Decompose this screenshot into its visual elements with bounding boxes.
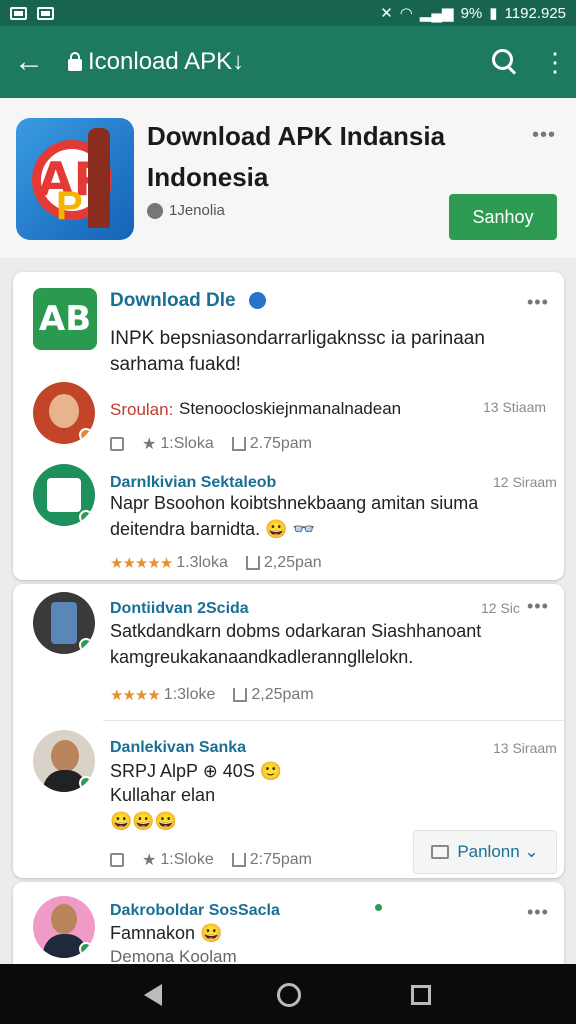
install-button[interactable]: Sanhoy <box>449 194 557 240</box>
back-button[interactable]: ← <box>14 45 58 79</box>
comment-time: 13 Siraam <box>493 740 557 756</box>
rating-stars: ★★★★★ <box>110 555 173 572</box>
url-title[interactable]: Iconload APK↓ <box>88 48 488 76</box>
app-title: Download APK Indansia Indonesia <box>147 121 446 192</box>
share-icon[interactable] <box>231 437 246 451</box>
app-header: AP P Download APK Indansia Indonesia 1Je… <box>0 98 576 258</box>
star-icon[interactable]: ★ <box>142 434 156 454</box>
like-icon[interactable] <box>110 853 124 867</box>
comment-date: 2,25pan <box>263 554 322 571</box>
avatar <box>33 592 95 654</box>
gallery-icon <box>37 6 54 20</box>
comment-date: 2.75pam <box>249 435 312 452</box>
share-icon[interactable] <box>231 853 246 867</box>
reply-button[interactable]: Panlonn ⌄ <box>413 830 557 874</box>
share-icon[interactable] <box>233 688 248 702</box>
post-author[interactable]: Download Dle <box>110 290 236 312</box>
online-dot <box>375 904 382 911</box>
comment-date: 2:75pam <box>249 851 312 868</box>
avatar <box>33 382 95 444</box>
comment-text: Napr Bsoohon koibtshnekbaang amitan sium… <box>110 493 479 539</box>
rating-stars: ★★★★ <box>110 687 161 704</box>
like-icon[interactable] <box>110 437 124 451</box>
comment-author[interactable]: Sroulan: <box>110 400 173 420</box>
emoji-reactions: 😀😀😀 <box>110 811 178 831</box>
post-card: AB Download Dle ••• INPK bepsniasondarra… <box>13 272 564 580</box>
post-logo: AB <box>33 288 97 350</box>
avatar <box>33 464 95 526</box>
search-button[interactable] <box>488 45 522 79</box>
verified-icon <box>147 202 163 219</box>
comment-likes: 1:3loke <box>163 686 216 703</box>
verified-badge-icon <box>249 292 266 309</box>
nav-back-button[interactable] <box>144 984 162 1006</box>
battery-icon: ▮ <box>489 5 498 22</box>
developer-line: 1Jenolia <box>147 202 225 219</box>
avatar <box>33 730 95 792</box>
comment-text: Famnakon 😀 <box>110 923 223 943</box>
message-icon <box>431 845 450 859</box>
nav-recents-button[interactable] <box>411 985 431 1005</box>
divider <box>103 720 564 721</box>
avatar <box>33 896 95 958</box>
nav-home-button[interactable] <box>277 983 301 1007</box>
comment-date: 2,25pam <box>251 686 314 703</box>
comment-author[interactable]: Dakroboldar SosSacla <box>110 902 280 920</box>
comment-text-2: Kullahar elan <box>110 785 216 805</box>
navigation-bar <box>0 964 576 1024</box>
lock-icon <box>68 52 82 71</box>
comment-likes: 1:Sloke <box>160 851 214 868</box>
star-icon[interactable]: ★ <box>142 850 156 870</box>
image-icon <box>10 6 27 20</box>
header-more-icon[interactable]: ••• <box>532 124 556 147</box>
post-text: INPK bepsniasondarrarligaknssc ia parina… <box>110 328 485 375</box>
overflow-menu-button[interactable]: ⋮ <box>542 49 568 75</box>
comment-author[interactable]: Dontiidvan 2Scida <box>110 600 249 618</box>
battery-level: 9% <box>460 4 483 22</box>
comment-text: Satkdandkarn dobms odarkaran Siashhanoan… <box>110 621 482 667</box>
app-bar: ← Iconload APK↓ ⋮ <box>0 26 576 98</box>
comment-likes: 1:Sloka <box>160 435 214 452</box>
developer-name[interactable]: 1Jenolia <box>169 202 225 219</box>
comments-card-2: Dakroboldar SosSacla ••• Famnakon 😀 Demo… <box>13 882 564 972</box>
comment-more-icon[interactable]: ••• <box>527 596 549 617</box>
comment-text: SRPJ AlpP ⊕ 40S 🙂 <box>110 761 283 781</box>
comment-time: 12 Sic <box>481 600 520 616</box>
comment-time: 13 Stiaam <box>483 399 547 415</box>
app-icon: AP P <box>16 118 134 240</box>
signal-icon: ▂▄▆ <box>419 5 454 22</box>
comment-more-icon[interactable]: ••• <box>527 902 549 923</box>
reply-label: Panlonn ⌄ <box>457 842 539 861</box>
comment-likes: 1.3loka <box>176 554 228 571</box>
mute-icon: ✕ <box>380 5 393 22</box>
status-bar: ✕ ◠ ▂▄▆ 9% ▮ 1192.925 <box>0 0 576 26</box>
wifi-icon: ◠ <box>399 5 413 22</box>
post-more-icon[interactable]: ••• <box>527 292 549 313</box>
clock: 1192.925 <box>504 4 566 22</box>
comment-text: Stenoocloskiejnmanalnadean <box>179 399 402 418</box>
share-icon[interactable] <box>245 556 260 570</box>
comment-author[interactable]: Danlekivan Sanka <box>110 739 246 757</box>
comment-time: 12 Siraam <box>493 474 557 490</box>
